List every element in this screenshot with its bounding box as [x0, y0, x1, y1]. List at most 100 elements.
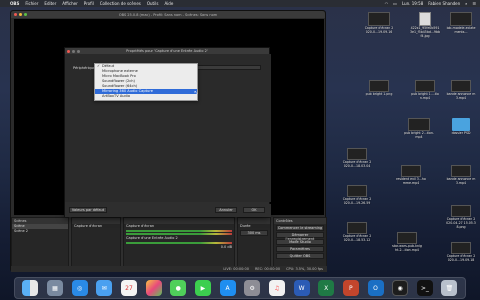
reset-defaults-button[interactable]: Valeurs par défaut	[69, 207, 107, 213]
device-dropdown-menu: ✓ Défaut Microphone externe Micro MacBook…	[94, 63, 198, 101]
file-thumbnail	[369, 80, 389, 92]
facetime-icon[interactable]: ▶	[194, 280, 211, 296]
desktop-file[interactable]: resident evil 3...homme.mp4	[396, 165, 426, 185]
safari-icon[interactable]: ◎	[71, 280, 88, 296]
transition-duration-label: Durée	[240, 224, 251, 228]
desktop-file[interactable]: bande annonce m3.mp4	[446, 165, 476, 185]
menu-app-name[interactable]: OBS	[10, 1, 19, 6]
rec-status: REC: 00:00:00	[254, 267, 281, 271]
preferences-icon[interactable]: ⚙	[244, 280, 261, 296]
exit-button[interactable]: Quitter OBS	[276, 253, 324, 259]
mail-icon[interactable]: ✉	[96, 280, 113, 296]
battery-icon[interactable]: ▭	[393, 1, 397, 6]
start-recording-button[interactable]: Démarrer l'enregistrement	[276, 232, 324, 241]
transition-duration-field[interactable]: 300 ms	[240, 230, 268, 236]
powerpoint-icon[interactable]: P	[342, 280, 359, 296]
excel-icon[interactable]: X	[318, 280, 335, 296]
menu-editer[interactable]: Editer	[44, 1, 56, 6]
desktop-folder[interactable]: dossier PSD	[446, 118, 476, 135]
status-bar: LIVE: 00:00:00 REC: 00:00:00 CPU: 3.5%, …	[11, 266, 327, 272]
menu-afficher[interactable]: Afficher	[62, 1, 77, 6]
menu-fichier[interactable]: Fichier	[25, 1, 38, 6]
file-thumbnail	[347, 222, 367, 234]
desktop-file[interactable]: 422x1_95fe0b5913e1_f5b45bd...9bbf4.jpg	[410, 12, 440, 38]
file-thumbnail	[450, 12, 472, 26]
scene-row[interactable]: Scène 2	[12, 229, 68, 234]
transitions-dock: Durée 300 ms	[237, 217, 271, 272]
desktop-file[interactable]: pub bright 1.png	[364, 80, 394, 96]
trash-icon[interactable]: 🗑	[441, 280, 458, 296]
desktop-file[interactable]: iob-modele-eclatements...	[446, 12, 476, 34]
menu-profil[interactable]: Profil	[84, 1, 94, 6]
file-thumbnail	[451, 242, 471, 254]
control-center-icon[interactable]: ☰	[472, 1, 476, 6]
cancel-button[interactable]: Annuler	[215, 207, 237, 213]
menu-outils[interactable]: Outils	[147, 1, 159, 6]
cursor-icon: ↖	[194, 90, 199, 96]
audio-meter	[126, 230, 232, 232]
mixer-volume: 0.0 dB	[220, 245, 232, 249]
ok-button[interactable]: OK	[243, 207, 265, 213]
file-thumbnail	[347, 185, 367, 197]
menu-option-label: Défaut	[102, 64, 115, 68]
desktop-file[interactable]: Capture d'écran 2020-0...18.53.12	[342, 222, 372, 242]
start-streaming-button[interactable]: Commencer le streaming	[276, 225, 324, 231]
dialog-footer: Valeurs par défaut Annuler OK	[65, 204, 271, 217]
mixer-source-label: Capture d'écran	[126, 224, 155, 228]
desktop-file[interactable]: pub bright 2...tion.mp4	[404, 118, 434, 139]
photos-icon[interactable]	[145, 280, 162, 296]
studio-mode-button[interactable]: Mode Studio	[276, 239, 324, 245]
mac-dock: ▦ ◎ ✉ 27 ● ▶ A ⚙ ♫ W X P O ◉ >_ 🗑	[14, 277, 466, 299]
source-row[interactable]: Capture d'écran	[72, 224, 120, 229]
file-thumbnail	[368, 12, 390, 26]
menu-aide[interactable]: Aide	[164, 1, 173, 6]
docks-area: Scènes Scène Scène 2 Capture d'écran Cap…	[11, 217, 327, 272]
music-icon[interactable]: ♫	[268, 280, 285, 296]
controls-dock: Contrôles Commencer le streaming Démarre…	[273, 217, 327, 272]
desktop-file[interactable]: bande annonce m3.mp4	[446, 80, 476, 100]
obs-icon[interactable]: ◉	[392, 280, 409, 296]
audio-meter	[126, 242, 232, 244]
wifi-icon[interactable]: ◠	[385, 1, 389, 6]
file-thumbnail	[347, 148, 367, 160]
desktop-file[interactable]: Capture d'écran 2020-04-27 15.05.38.png	[446, 205, 476, 229]
controls-header: Contrôles	[274, 218, 326, 224]
menu-bar: OBS Fichier Editer Afficher Profil Colle…	[0, 0, 480, 7]
menu-collection[interactable]: Collection de scènes	[100, 1, 141, 6]
menu-option[interactable]: ArtBoxTV Audio	[95, 94, 197, 99]
sources-dock: Capture d'écran	[71, 217, 121, 272]
desktop-file[interactable]: pub bright 1....tion.mp4	[410, 80, 440, 100]
dialog-title: Propriétés pour 'Capture d'une Entrée Au…	[126, 49, 208, 53]
word-icon[interactable]: W	[293, 280, 310, 296]
mixer-dock: Capture d'écran Capture d'une Entrée Aud…	[123, 217, 235, 272]
file-thumbnail	[451, 165, 471, 177]
outlook-icon[interactable]: O	[367, 280, 384, 296]
file-thumbnail	[451, 205, 471, 217]
desktop-file[interactable]: Capture d'écran 2020-0...18.03.04	[342, 148, 372, 168]
desktop-file[interactable]: Capture d'écran 2020-0...19.09.16	[364, 12, 394, 34]
scenes-dock: Scènes Scène Scène 2	[11, 217, 69, 272]
user-name[interactable]: Fabien Shanden	[428, 1, 460, 6]
app-store-icon[interactable]: A	[219, 280, 236, 296]
desktop-file[interactable]: star-wars-pub-knight-2...tion.mp4	[392, 232, 422, 252]
clock[interactable]: Lun. 19:58	[402, 1, 423, 6]
obs-titlebar: OBS 25.0.8 (mac) - Profil: Sans nom - Sc…	[11, 11, 325, 18]
messages-icon[interactable]: ●	[170, 280, 187, 296]
file-thumbnail	[408, 118, 430, 131]
search-icon[interactable]: ⌕	[465, 1, 467, 6]
mixer-source-label: Capture d'une Entrée Audio 2	[126, 236, 178, 240]
desktop-file[interactable]: Capture d'écran 2020-0...19.26.59	[342, 185, 372, 205]
file-thumbnail	[451, 80, 471, 92]
folder-icon	[452, 118, 470, 131]
finder-icon[interactable]	[22, 280, 39, 296]
desktop-file[interactable]: Capture d'écran 2020-0...19.09.18	[446, 242, 476, 262]
live-status: LIVE: 00:00:00	[223, 267, 249, 271]
terminal-icon[interactable]: >_	[416, 280, 433, 296]
launchpad-icon[interactable]: ▦	[46, 280, 63, 296]
settings-button[interactable]: Paramètres	[276, 246, 324, 252]
file-thumbnail	[419, 12, 431, 26]
file-thumbnail	[397, 232, 417, 244]
audio-meter	[126, 233, 232, 235]
device-label: Périphérique	[73, 66, 96, 70]
calendar-icon[interactable]: 27	[120, 280, 137, 296]
